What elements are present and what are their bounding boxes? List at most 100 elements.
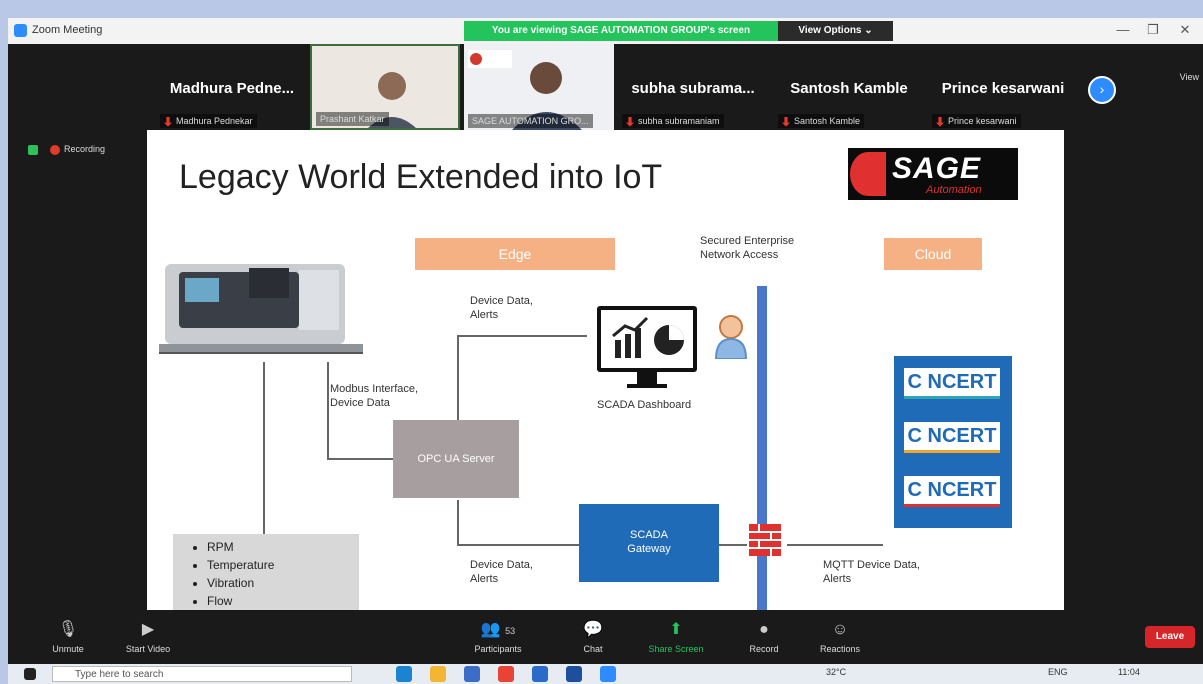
reactions-icon: ☺ xyxy=(831,621,849,638)
chat-icon: 💬 xyxy=(583,621,603,638)
device-data-label-top: Device Data, Alerts xyxy=(470,295,533,321)
scada-dashboard-label: SCADA Dashboard xyxy=(597,399,692,411)
connector-line xyxy=(787,544,883,546)
participant-name: Prashant Katkar xyxy=(316,112,389,126)
connector-line xyxy=(457,544,579,546)
language-indicator[interactable]: ENG xyxy=(1048,667,1068,677)
weather-temp[interactable]: 32°C xyxy=(826,667,846,677)
cloud-label: Cloud xyxy=(884,238,982,270)
sage-logo: SAGE Automation xyxy=(848,148,1018,200)
connector-line xyxy=(457,335,587,337)
participant-tile[interactable]: Prince kesarwani Prince kesarwani xyxy=(928,44,1078,130)
muted-mic-icon xyxy=(626,116,634,127)
mqtt-label: MQTT Device Data, Alerts xyxy=(823,559,920,585)
participants-icon: 👥 53 xyxy=(480,621,516,638)
leave-button[interactable]: Leave xyxy=(1145,626,1195,648)
recording-indicator[interactable]: Recording xyxy=(28,144,105,158)
view-options-button[interactable]: View Options ⌄ xyxy=(778,21,893,41)
firewall-icon xyxy=(749,524,781,556)
connector-line xyxy=(327,458,393,460)
record-icon: ● xyxy=(759,621,769,638)
edge-browser-icon[interactable] xyxy=(396,666,412,682)
view-label[interactable]: View xyxy=(1180,72,1199,82)
record-button[interactable]: ● Record xyxy=(724,620,804,654)
windows-start-icon[interactable] xyxy=(24,668,36,680)
minimize-icon[interactable]: — xyxy=(1108,22,1138,37)
device-data-label-bottom: Device Data, Alerts xyxy=(470,559,533,585)
modbus-label: Modbus Interface, Device Data xyxy=(330,383,419,409)
participant-name: SAGE AUTOMATION GRO... xyxy=(468,114,593,128)
participant-display-name: Santosh Kamble xyxy=(790,80,908,97)
store-icon[interactable] xyxy=(464,666,480,682)
participant-video-tile[interactable]: SAGE AUTOMATION GRO... xyxy=(464,44,614,130)
participant-video-tile[interactable]: Prashant Katkar xyxy=(310,44,460,130)
word-icon[interactable] xyxy=(532,666,548,682)
start-video-button[interactable]: ▶ Start Video xyxy=(108,620,188,654)
reactions-button[interactable]: ☺ Reactions xyxy=(800,620,880,654)
sensor-bullet-list: RPM Temperature Vibration Flow xyxy=(173,534,359,610)
maximize-icon[interactable]: ❐ xyxy=(1138,22,1168,38)
video-off-icon: ▶ xyxy=(141,621,155,638)
window-title: Zoom Meeting xyxy=(32,24,103,36)
title-bar: Zoom Meeting You are viewing SAGE AUTOMA… xyxy=(8,18,1203,44)
record-dot-icon xyxy=(50,144,60,155)
scada-monitor-icon xyxy=(597,306,697,388)
participant-display-name: Madhura Pedne... xyxy=(169,80,295,97)
unmute-button[interactable]: 🎙 Unmute xyxy=(28,620,108,654)
bullet-item: Vibration xyxy=(207,574,359,592)
participant-tile[interactable]: Santosh Kamble Santosh Kamble xyxy=(774,44,924,130)
shield-icon xyxy=(28,144,38,155)
muted-mic-icon xyxy=(782,116,790,127)
participant-name: Prince kesarwani xyxy=(932,114,1021,128)
zoom-window: Zoom Meeting You are viewing SAGE AUTOMA… xyxy=(8,18,1203,684)
chrome-icon[interactable] xyxy=(498,666,514,682)
connector-line xyxy=(263,362,265,534)
meeting-toolbar: 🎙 Unmute ▶ Start Video 👥 53 Participants 💬 C… xyxy=(8,616,1203,664)
connector-line xyxy=(719,544,747,546)
opc-ua-server-box: OPC UA Server xyxy=(393,420,519,498)
connector-line xyxy=(327,362,329,458)
muted-mic-icon xyxy=(164,116,172,127)
slide-title: Legacy World Extended into IoT xyxy=(179,158,663,196)
concert-logo: C NCERT xyxy=(904,476,1000,507)
connector-line xyxy=(457,335,459,425)
participant-display-name: subha subrama... xyxy=(631,80,755,97)
muted-mic-icon xyxy=(936,116,944,127)
edge-label: Edge xyxy=(415,238,615,270)
participant-tile[interactable]: Madhura Pedne... Madhura Pednekar xyxy=(156,44,308,130)
cnc-machine-image xyxy=(159,264,363,354)
concert-cloud-panel: C NCERT C NCERT C NCERT xyxy=(894,356,1012,528)
share-screen-icon: ⬆ xyxy=(669,621,683,638)
participant-tile[interactable]: subha subrama... subha subramaniam xyxy=(618,44,768,130)
participant-name: subha subramaniam xyxy=(622,114,724,128)
shared-slide: Legacy World Extended into IoT SAGE Auto… xyxy=(147,130,1064,610)
close-icon[interactable]: ✕ xyxy=(1170,22,1200,38)
connector-line xyxy=(457,500,459,544)
participant-name: Madhura Pednekar xyxy=(160,114,257,128)
file-explorer-icon[interactable] xyxy=(430,666,446,682)
windows-taskbar: Type here to search 32°C ENG 11:04 xyxy=(8,664,1203,684)
concert-logo: C NCERT xyxy=(904,368,1000,399)
microphone-muted-icon: 🎙 xyxy=(57,621,79,638)
next-page-icon[interactable]: › xyxy=(1088,76,1116,104)
taskbar-search-input[interactable]: Type here to search xyxy=(52,666,352,682)
concert-logo: C NCERT xyxy=(904,422,1000,453)
user-icon xyxy=(714,315,748,359)
secured-network-label: Secured Enterprise Network Access xyxy=(700,235,795,261)
viewing-banner: You are viewing SAGE AUTOMATION GROUP's … xyxy=(464,21,778,41)
network-boundary-bar xyxy=(757,286,767,610)
bullet-item: RPM xyxy=(207,538,359,556)
participant-display-name: Prince kesarwani xyxy=(941,80,1065,97)
participant-gallery: Madhura Pedne... Madhura Pednekar Prasha… xyxy=(8,44,1203,134)
zoom-taskbar-icon[interactable] xyxy=(600,666,616,682)
zoom-app-icon xyxy=(14,24,27,37)
participant-name: Santosh Kamble xyxy=(778,114,865,128)
chat-button[interactable]: 💬 Chat xyxy=(553,620,633,654)
bullet-item: Temperature xyxy=(207,556,359,574)
bullet-item: Flow xyxy=(207,592,359,610)
scada-gateway-box: SCADA Gateway xyxy=(579,504,719,582)
participants-button[interactable]: 👥 53 Participants xyxy=(458,620,538,654)
outlook-icon[interactable] xyxy=(566,666,582,682)
share-screen-button[interactable]: ⬆ Share Screen xyxy=(636,620,716,654)
clock-time[interactable]: 11:04 xyxy=(1118,667,1140,677)
